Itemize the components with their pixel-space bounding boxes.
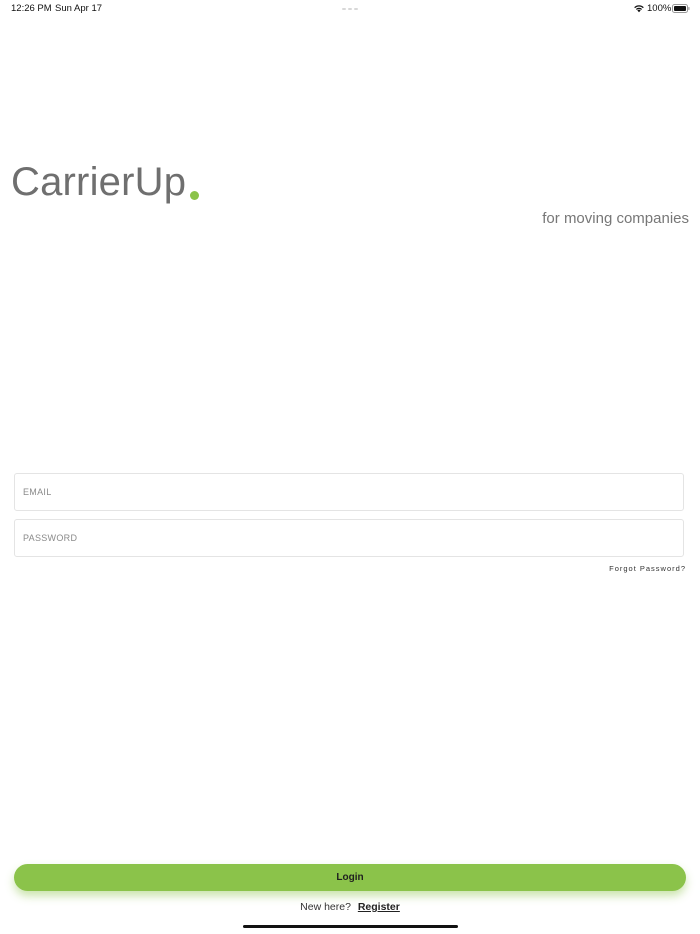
- forgot-password-link[interactable]: Forgot Password?: [609, 564, 686, 573]
- home-indicator[interactable]: [243, 925, 458, 928]
- tagline: for moving companies: [542, 210, 689, 227]
- logo-accent-dot: [190, 191, 199, 200]
- multitask-dot: [342, 8, 346, 10]
- new-here-label: New here?: [300, 901, 351, 913]
- login-button[interactable]: Login: [14, 864, 686, 891]
- app-logo: CarrierUp: [11, 160, 187, 204]
- register-row: New here? Register: [0, 901, 700, 913]
- battery-icon: [672, 4, 690, 13]
- password-input[interactable]: [15, 520, 683, 556]
- multitask-dot: [354, 8, 358, 10]
- status-date: Sun Apr 17: [55, 3, 103, 14]
- battery-percentage: 100%: [647, 3, 672, 14]
- status-bar: 12:26 PM Sun Apr 17 100%: [0, 0, 700, 18]
- wifi-icon: [634, 5, 644, 13]
- register-link[interactable]: Register: [358, 901, 400, 913]
- multitask-indicator[interactable]: [342, 8, 358, 11]
- email-field-container: [14, 473, 684, 511]
- status-time: 12:26 PM: [11, 3, 52, 14]
- password-field-container: [14, 519, 684, 557]
- email-input[interactable]: [15, 474, 683, 510]
- multitask-dot: [348, 8, 352, 10]
